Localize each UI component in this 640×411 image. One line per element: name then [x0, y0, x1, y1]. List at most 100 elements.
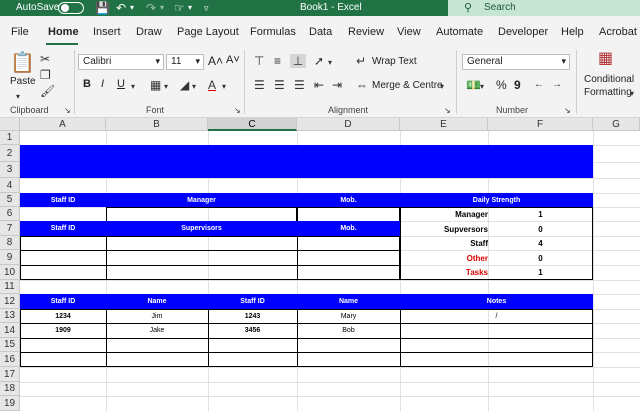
- select-all-corner[interactable]: [0, 118, 20, 131]
- row-header[interactable]: 11: [0, 280, 20, 294]
- comma-style-button[interactable]: 9: [514, 78, 521, 92]
- table-header-name-2[interactable]: Name: [297, 294, 400, 309]
- tab-draw[interactable]: Draw: [136, 26, 162, 38]
- paste-icon[interactable]: 📋: [10, 52, 35, 74]
- daily-strength-value-tasks[interactable]: 1: [488, 268, 593, 277]
- header-supervisors[interactable]: Supervisors: [106, 221, 297, 236]
- conditional-formatting-button[interactable]: Conditional: [584, 74, 634, 85]
- conditional-formatting-button-line2[interactable]: Formatting: [584, 87, 632, 98]
- row-header[interactable]: 15: [0, 338, 20, 352]
- header-staff-id[interactable]: Staff ID: [20, 193, 106, 207]
- daily-strength-value-manager[interactable]: 1: [488, 210, 593, 219]
- row-header[interactable]: 9: [0, 250, 20, 265]
- daily-strength-label-manager[interactable]: Manager: [400, 210, 488, 219]
- font-name-select[interactable]: Calibri ▾: [78, 54, 164, 70]
- tab-review[interactable]: Review: [348, 26, 384, 38]
- conditional-formatting-dropdown-icon[interactable]: ▾: [630, 87, 634, 101]
- borders-icon[interactable]: ▦: [150, 78, 161, 92]
- row-header[interactable]: 19: [0, 396, 20, 411]
- row-header[interactable]: 8: [0, 236, 20, 250]
- row-header[interactable]: 10: [0, 265, 20, 280]
- paste-label[interactable]: Paste: [10, 76, 36, 87]
- decrease-decimal-icon[interactable]: →: [552, 78, 562, 92]
- align-left-icon[interactable]: ☰: [254, 78, 265, 92]
- paste-dropdown-icon[interactable]: ▾: [16, 90, 20, 104]
- touch-dropdown-icon[interactable]: ▾: [188, 1, 192, 15]
- tab-view[interactable]: View: [397, 26, 421, 38]
- merge-dropdown-icon[interactable]: ▾: [440, 80, 444, 94]
- column-header-e[interactable]: E: [400, 118, 488, 131]
- format-painter-icon[interactable]: 🖌: [40, 84, 55, 98]
- table-cell-staff-id[interactable]: 1234: [20, 309, 106, 323]
- table-header-name[interactable]: Name: [106, 294, 208, 309]
- row-header[interactable]: 13: [0, 309, 20, 323]
- supervisors-block[interactable]: [20, 236, 400, 280]
- increase-decimal-icon[interactable]: ←: [534, 78, 544, 92]
- redo-dropdown-icon[interactable]: ▾: [160, 1, 164, 15]
- row-header[interactable]: 4: [0, 178, 20, 193]
- tab-developer[interactable]: Developer: [498, 26, 548, 38]
- wrap-text-button[interactable]: Wrap Text: [372, 56, 417, 67]
- table-cell-staff-id[interactable]: 1909: [20, 323, 106, 338]
- row-header[interactable]: 14: [0, 323, 20, 338]
- manager-input-cell[interactable]: [106, 207, 297, 222]
- daily-strength-label-other[interactable]: Other: [400, 254, 488, 263]
- percent-style-button[interactable]: %: [496, 78, 507, 92]
- tab-file[interactable]: File: [11, 26, 29, 38]
- align-bottom-icon[interactable]: ⊥: [290, 54, 306, 68]
- row-header[interactable]: 12: [0, 294, 20, 309]
- underline-button[interactable]: U: [117, 78, 125, 90]
- row-header[interactable]: 16: [0, 352, 20, 367]
- align-top-icon[interactable]: ⊤: [254, 54, 264, 68]
- alignment-launcher-icon[interactable]: ↘: [444, 104, 451, 118]
- align-middle-icon[interactable]: ≡: [274, 54, 281, 68]
- table-cell-name[interactable]: Jake: [106, 323, 208, 338]
- tab-page-layout[interactable]: Page Layout: [177, 26, 239, 38]
- number-format-select[interactable]: General ▾: [462, 54, 570, 70]
- table-cell-notes[interactable]: /: [400, 309, 593, 323]
- table-cell-name-2[interactable]: Bob: [297, 323, 400, 338]
- row-header[interactable]: 6: [0, 207, 20, 221]
- redo-icon[interactable]: ↷: [146, 1, 156, 15]
- italic-button[interactable]: I: [101, 78, 104, 90]
- column-header-f[interactable]: F: [488, 118, 593, 131]
- header-mob[interactable]: Mob.: [297, 221, 400, 236]
- conditional-formatting-icon[interactable]: ▦: [598, 51, 613, 67]
- wrap-text-icon[interactable]: ↵: [356, 54, 366, 68]
- column-header-c[interactable]: C: [208, 118, 297, 131]
- font-launcher-icon[interactable]: ↘: [234, 104, 241, 118]
- undo-dropdown-icon[interactable]: ▾: [130, 1, 134, 15]
- merge-centre-button[interactable]: Merge & Centre: [372, 80, 443, 91]
- daily-strength-label-staff[interactable]: Staff: [400, 239, 488, 248]
- daily-strength-value-supervisors[interactable]: 0: [488, 225, 593, 234]
- row-header[interactable]: 18: [0, 382, 20, 396]
- column-header-a[interactable]: A: [20, 118, 106, 131]
- row-header[interactable]: 5: [0, 193, 20, 207]
- fill-color-dropdown-icon[interactable]: ▾: [192, 80, 196, 94]
- customize-toolbar-icon[interactable]: ▿: [204, 1, 209, 15]
- accounting-dropdown-icon[interactable]: ▾: [480, 80, 484, 94]
- search-box[interactable]: ⚲ Search: [448, 0, 640, 16]
- tab-data[interactable]: Data: [309, 26, 332, 38]
- table-cell-notes[interactable]: [400, 323, 593, 338]
- clipboard-launcher-icon[interactable]: ↘: [64, 104, 71, 118]
- number-launcher-icon[interactable]: ↘: [564, 104, 571, 118]
- row-header[interactable]: 1: [0, 131, 20, 145]
- table-header-notes[interactable]: Notes: [400, 294, 593, 309]
- daily-strength-value-staff[interactable]: 4: [488, 239, 593, 248]
- borders-dropdown-icon[interactable]: ▾: [164, 80, 168, 94]
- tab-acrobat[interactable]: Acrobat: [599, 26, 637, 38]
- column-header-g[interactable]: G: [593, 118, 640, 131]
- title-banner-fill[interactable]: [20, 145, 593, 178]
- save-icon[interactable]: 💾: [95, 1, 110, 15]
- table-header-staff-id[interactable]: Staff ID: [20, 294, 106, 309]
- autosave-toggle[interactable]: [58, 2, 84, 14]
- cut-icon[interactable]: ✂: [40, 52, 50, 66]
- table-header-staff-id-2[interactable]: Staff ID: [208, 294, 297, 309]
- row-header[interactable]: 17: [0, 367, 20, 382]
- daily-strength-label-supervisors[interactable]: Supversors: [400, 225, 488, 234]
- merge-icon[interactable]: ⇔: [356, 78, 368, 92]
- font-color-icon[interactable]: A: [208, 78, 216, 92]
- header-daily-strength[interactable]: Daily Strength: [400, 193, 593, 207]
- tab-automate[interactable]: Automate: [436, 26, 483, 38]
